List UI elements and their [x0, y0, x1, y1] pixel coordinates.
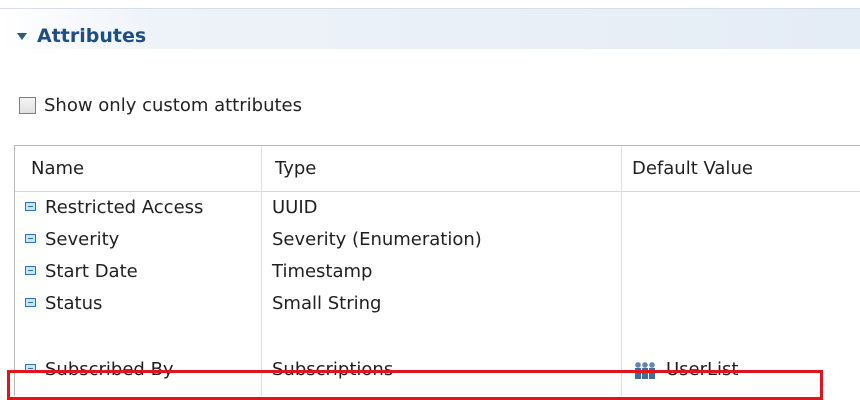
attribute-icon: [25, 234, 36, 243]
section-title: Attributes: [37, 25, 147, 47]
table-row[interactable]: Status Small String: [15, 288, 860, 320]
triangle-down-icon[interactable]: [17, 33, 27, 40]
attributes-table[interactable]: Name Type Default Value Restricted Acces…: [14, 145, 860, 396]
column-header-name[interactable]: Name: [31, 146, 84, 191]
column-header-default-value[interactable]: Default Value: [632, 146, 753, 191]
highlight-box: [7, 370, 823, 400]
attribute-name: Severity: [45, 229, 120, 250]
attribute-type: Severity (Enumeration): [272, 229, 482, 250]
attribute-name: Start Date: [45, 261, 138, 282]
column-header-type[interactable]: Type: [275, 146, 316, 191]
attribute-type: Timestamp: [272, 261, 373, 282]
table-row[interactable]: Severity Severity (Enumeration): [15, 224, 860, 256]
custom-attributes-filter[interactable]: Show only custom attributes: [19, 92, 302, 118]
checkbox-label[interactable]: Show only custom attributes: [44, 95, 302, 116]
attribute-icon: [25, 266, 36, 275]
attribute-name: Restricted Access: [45, 197, 204, 218]
show-custom-attributes-checkbox[interactable]: [19, 96, 36, 114]
attribute-type: Small String: [272, 293, 382, 314]
attributes-section-header[interactable]: Attributes: [0, 8, 860, 49]
attribute-name: Status: [45, 293, 103, 314]
attribute-icon: [25, 298, 36, 307]
table-header: Name Type Default Value: [15, 146, 860, 192]
table-row[interactable]: Restricted Access UUID: [15, 192, 860, 224]
attribute-type: UUID: [272, 197, 318, 218]
attribute-icon: [25, 202, 36, 211]
table-row[interactable]: Start Date Timestamp: [15, 256, 860, 288]
